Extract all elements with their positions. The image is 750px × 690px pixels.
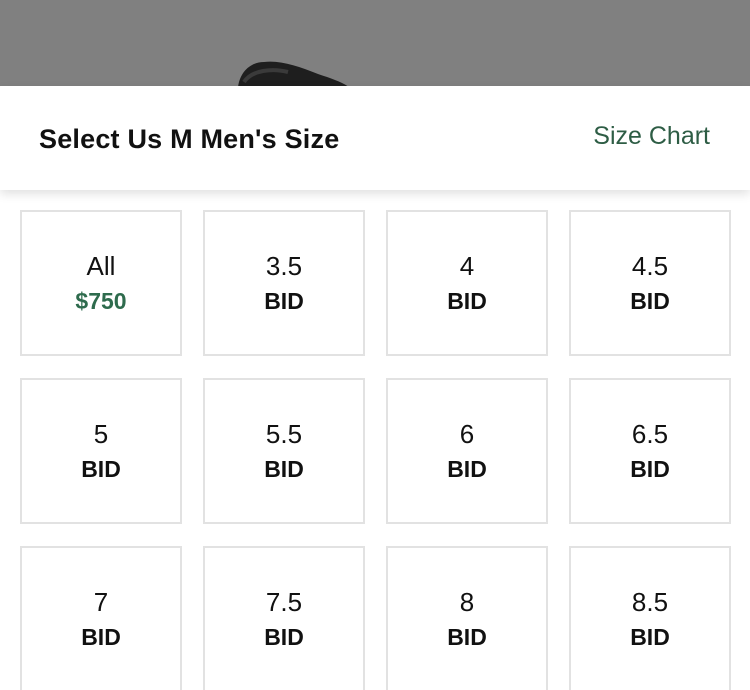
size-grid-area[interactable]: All $750 3.5 BID 4 BID 4.5 BID 5 BID 5.5… <box>0 190 750 690</box>
size-tile-3-5[interactable]: 3.5 BID <box>203 210 365 356</box>
size-price: BID <box>630 624 670 650</box>
size-tile-5-5[interactable]: 5.5 BID <box>203 378 365 524</box>
size-tile-5[interactable]: 5 BID <box>20 378 182 524</box>
size-sheet-header: Select Us M Men's Size Size Chart <box>0 86 750 190</box>
size-label: 5.5 <box>265 419 303 449</box>
size-price: BID <box>264 288 304 314</box>
size-label: 3.5 <box>265 251 303 281</box>
size-label: 4.5 <box>631 251 669 281</box>
dimmed-backdrop[interactable] <box>0 0 750 86</box>
size-label: 5 <box>93 419 109 449</box>
size-tile-all[interactable]: All $750 <box>20 210 182 356</box>
size-tile-4-5[interactable]: 4.5 BID <box>569 210 731 356</box>
size-tile-6-5[interactable]: 6.5 BID <box>569 378 731 524</box>
sheet-title: Select Us M Men's Size <box>39 124 340 154</box>
size-price: BID <box>630 288 670 314</box>
size-price: BID <box>264 624 304 650</box>
size-price: $750 <box>75 288 127 314</box>
size-grid: All $750 3.5 BID 4 BID 4.5 BID 5 BID 5.5… <box>20 210 731 690</box>
size-tile-8-5[interactable]: 8.5 BID <box>569 546 731 690</box>
size-price: BID <box>264 456 304 482</box>
size-price: BID <box>81 624 121 650</box>
size-label: 8.5 <box>631 587 669 617</box>
size-label: 6.5 <box>631 419 669 449</box>
size-label: 6 <box>459 419 475 449</box>
size-tile-8[interactable]: 8 BID <box>386 546 548 690</box>
size-label: 7 <box>93 587 109 617</box>
size-label: 4 <box>459 251 475 281</box>
size-price: BID <box>447 624 487 650</box>
size-price: BID <box>447 288 487 314</box>
size-chart-link[interactable]: Size Chart <box>593 122 710 151</box>
size-tile-7-5[interactable]: 7.5 BID <box>203 546 365 690</box>
size-label: All <box>86 251 116 281</box>
size-label: 7.5 <box>265 587 303 617</box>
sneaker-image <box>238 61 348 86</box>
size-price: BID <box>447 456 487 482</box>
size-price: BID <box>630 456 670 482</box>
size-tile-6[interactable]: 6 BID <box>386 378 548 524</box>
size-tile-4[interactable]: 4 BID <box>386 210 548 356</box>
size-tile-7[interactable]: 7 BID <box>20 546 182 690</box>
size-label: 8 <box>459 587 475 617</box>
size-price: BID <box>81 456 121 482</box>
